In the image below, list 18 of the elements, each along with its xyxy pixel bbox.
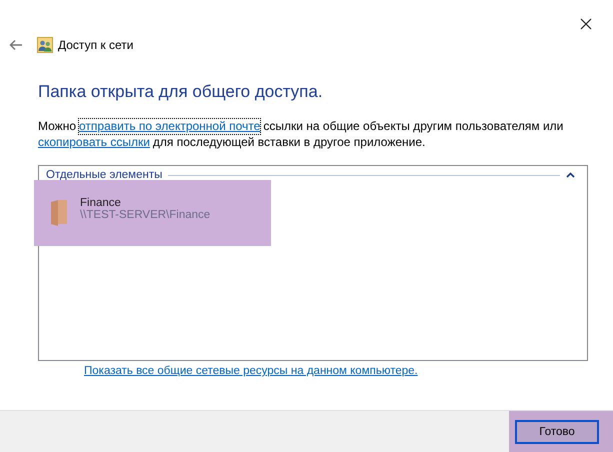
close-icon[interactable] [580,18,592,30]
window-title: Доступ к сети [58,38,134,52]
intro-text: Можно [38,119,76,134]
back-arrow-icon[interactable] [9,39,23,51]
group-header[interactable]: Отдельные элементы [46,169,162,181]
intro-text: ссылки на общие объекты другим пользователям или [263,119,564,134]
done-button[interactable]: Готово [515,420,599,444]
heading: Папка открыта для общего доступа. [38,82,324,102]
email-link[interactable]: отправить по электронной почте [79,119,260,134]
copy-links-link[interactable]: скопировать ссылки [38,135,150,150]
intro-text: для последующей вставки в другое приложение. [152,135,426,150]
show-all-link[interactable]: Показать все общие сетевые ресурсы на данном компьютере. [84,365,418,377]
shared-folder-item[interactable]: Finance \\TEST-SERVER\Finance [34,180,271,246]
folder-icon [50,199,68,227]
collapse-icon[interactable] [566,172,575,178]
folder-name: Finance [80,197,122,209]
folder-path: \\TEST-SERVER\Finance [80,209,210,221]
network-users-icon [37,37,53,53]
